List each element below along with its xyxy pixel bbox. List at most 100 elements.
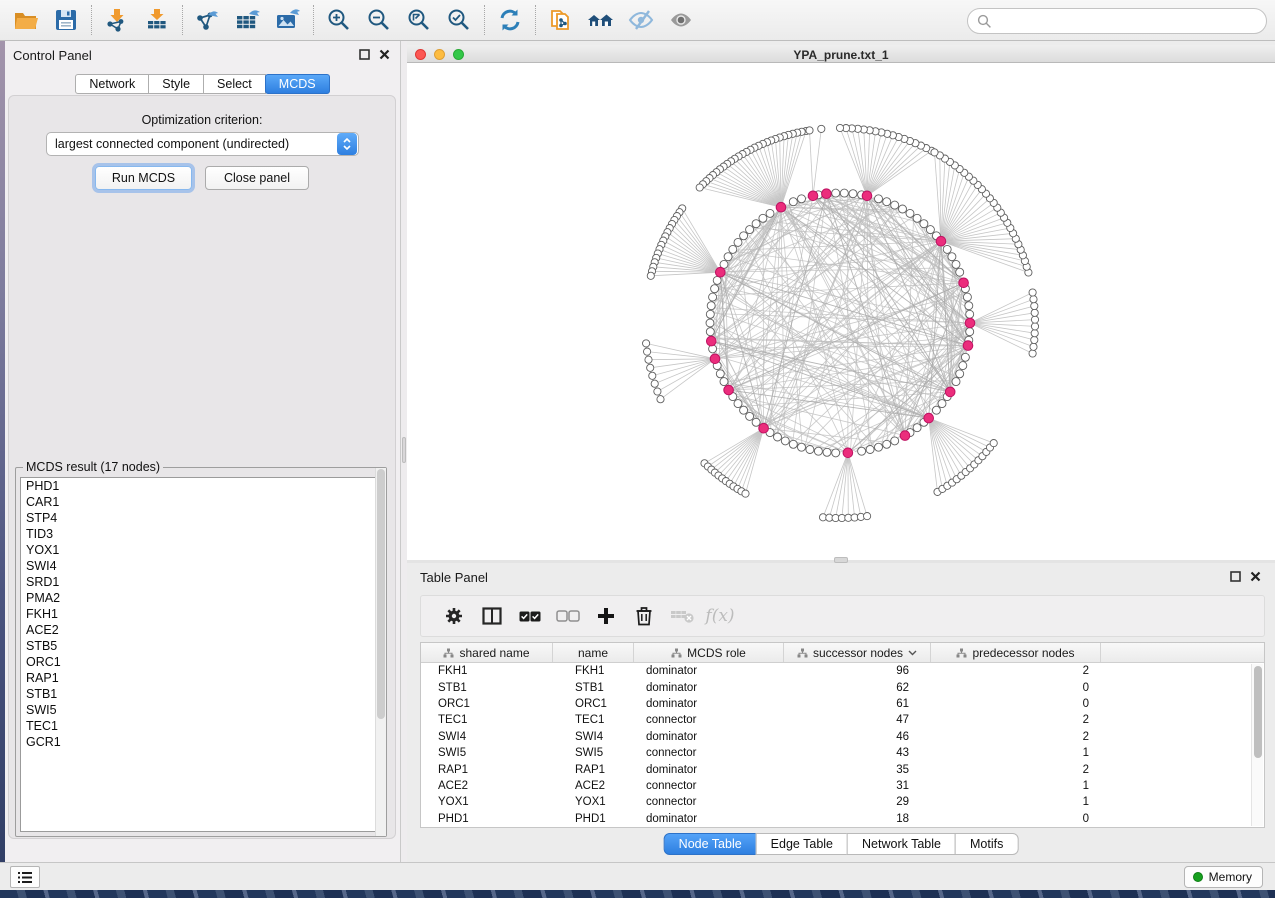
network-node[interactable]: [713, 276, 721, 284]
mcds-result-item[interactable]: STB5: [21, 638, 381, 654]
close-panel-icon[interactable]: [379, 49, 390, 60]
network-leaf-node[interactable]: [647, 272, 654, 279]
network-leaf-node[interactable]: [1031, 330, 1038, 337]
network-node[interactable]: [891, 437, 899, 445]
network-node[interactable]: [899, 205, 907, 213]
network-node[interactable]: [766, 209, 774, 217]
save-button[interactable]: [46, 3, 86, 37]
mcds-hub-node[interactable]: [959, 278, 969, 288]
zoom-out-button[interactable]: [359, 3, 399, 37]
mcds-list-scrollbar[interactable]: [375, 468, 386, 836]
export-image-button[interactable]: [268, 3, 308, 37]
column-header-name[interactable]: name: [553, 643, 634, 662]
mcds-result-item[interactable]: ORC1: [21, 654, 381, 670]
mcds-hub-node[interactable]: [759, 423, 769, 433]
mcds-hub-node[interactable]: [808, 191, 818, 201]
network-node[interactable]: [716, 370, 724, 378]
mcds-result-item[interactable]: YOX1: [21, 542, 381, 558]
column-header-successor-nodes[interactable]: successor nodes: [784, 643, 931, 662]
network-leaf-node[interactable]: [651, 380, 658, 387]
tab-select[interactable]: Select: [203, 74, 266, 94]
network-leaf-node[interactable]: [643, 340, 650, 347]
network-node[interactable]: [798, 195, 806, 203]
network-leaf-node[interactable]: [931, 149, 938, 156]
table-row[interactable]: RAP1RAP1dominator352: [421, 761, 1264, 777]
network-node[interactable]: [806, 446, 814, 454]
memory-button[interactable]: Memory: [1184, 866, 1263, 888]
mcds-result-item[interactable]: SWI5: [21, 702, 381, 718]
network-node[interactable]: [952, 378, 960, 386]
network-leaf-node[interactable]: [645, 356, 652, 363]
criterion-dropdown[interactable]: largest connected component (undirected): [46, 132, 359, 156]
network-node[interactable]: [740, 232, 748, 240]
network-leaf-node[interactable]: [742, 490, 749, 497]
network-node[interactable]: [832, 189, 840, 197]
mcds-hub-node[interactable]: [900, 431, 910, 441]
network-node[interactable]: [906, 209, 914, 217]
mcds-hub-node[interactable]: [965, 318, 975, 328]
run-mcds-button[interactable]: Run MCDS: [95, 166, 192, 190]
network-node[interactable]: [752, 418, 760, 426]
network-node[interactable]: [920, 220, 928, 228]
network-node[interactable]: [943, 245, 951, 253]
network-node[interactable]: [798, 443, 806, 451]
table-row[interactable]: TEC1TEC1connector472: [421, 712, 1264, 728]
network-node[interactable]: [961, 353, 969, 361]
network-node[interactable]: [729, 245, 737, 253]
network-node[interactable]: [883, 198, 891, 206]
network-node[interactable]: [891, 201, 899, 209]
network-node[interactable]: [724, 253, 732, 261]
table-row[interactable]: SWI4SWI4dominator462: [421, 729, 1264, 745]
mcds-result-item[interactable]: SWI4: [21, 558, 381, 574]
network-node[interactable]: [720, 378, 728, 386]
network-node[interactable]: [959, 362, 967, 370]
show-columns-button[interactable]: [473, 599, 511, 633]
mcds-hub-node[interactable]: [710, 354, 720, 364]
close-panel-icon[interactable]: [1250, 571, 1261, 582]
task-history-button[interactable]: [10, 866, 40, 888]
mcds-result-item[interactable]: PHD1: [21, 478, 381, 494]
network-leaf-node[interactable]: [644, 348, 651, 355]
network-leaf-node[interactable]: [1031, 323, 1038, 330]
network-node[interactable]: [956, 370, 964, 378]
network-node[interactable]: [781, 437, 789, 445]
network-node[interactable]: [948, 253, 956, 261]
network-leaf-node[interactable]: [818, 125, 825, 132]
network-node[interactable]: [752, 220, 760, 228]
first-neighbors-button[interactable]: [581, 3, 621, 37]
mcds-result-item[interactable]: FKH1: [21, 606, 381, 622]
network-window-titlebar[interactable]: YPA_prune.txt_1: [407, 45, 1275, 63]
network-node[interactable]: [965, 302, 973, 310]
network-node[interactable]: [814, 447, 822, 455]
network-leaf-node[interactable]: [1031, 316, 1038, 323]
export-table-button[interactable]: [228, 3, 268, 37]
mcds-result-item[interactable]: RAP1: [21, 670, 381, 686]
network-node[interactable]: [938, 400, 946, 408]
network-node[interactable]: [858, 447, 866, 455]
float-panel-icon[interactable]: [359, 49, 370, 60]
refresh-button[interactable]: [490, 3, 530, 37]
table-row[interactable]: FKH1FKH1dominator962: [421, 663, 1264, 679]
tab-network[interactable]: Network: [75, 74, 149, 94]
mcds-result-item[interactable]: GCR1: [21, 734, 381, 750]
network-node[interactable]: [966, 310, 974, 318]
network-node[interactable]: [746, 226, 754, 234]
network-node[interactable]: [706, 310, 714, 318]
network-node[interactable]: [875, 443, 883, 451]
zoom-fit-button[interactable]: [399, 3, 439, 37]
network-node[interactable]: [866, 446, 874, 454]
column-header-predecessor-nodes[interactable]: predecessor nodes: [931, 643, 1101, 662]
network-leaf-node[interactable]: [649, 372, 656, 379]
table-scrollbar[interactable]: [1251, 664, 1263, 826]
network-canvas[interactable]: [407, 63, 1275, 560]
mcds-result-item[interactable]: STB1: [21, 686, 381, 702]
table-row[interactable]: ORC1ORC1dominator610: [421, 696, 1264, 712]
mcds-hub-node[interactable]: [963, 341, 973, 351]
mcds-result-item[interactable]: ACE2: [21, 622, 381, 638]
network-node[interactable]: [734, 400, 742, 408]
mcds-hub-node[interactable]: [724, 385, 734, 395]
mcds-result-item[interactable]: TEC1: [21, 718, 381, 734]
network-node[interactable]: [707, 302, 715, 310]
network-leaf-node[interactable]: [657, 396, 664, 403]
network-node[interactable]: [774, 433, 782, 441]
